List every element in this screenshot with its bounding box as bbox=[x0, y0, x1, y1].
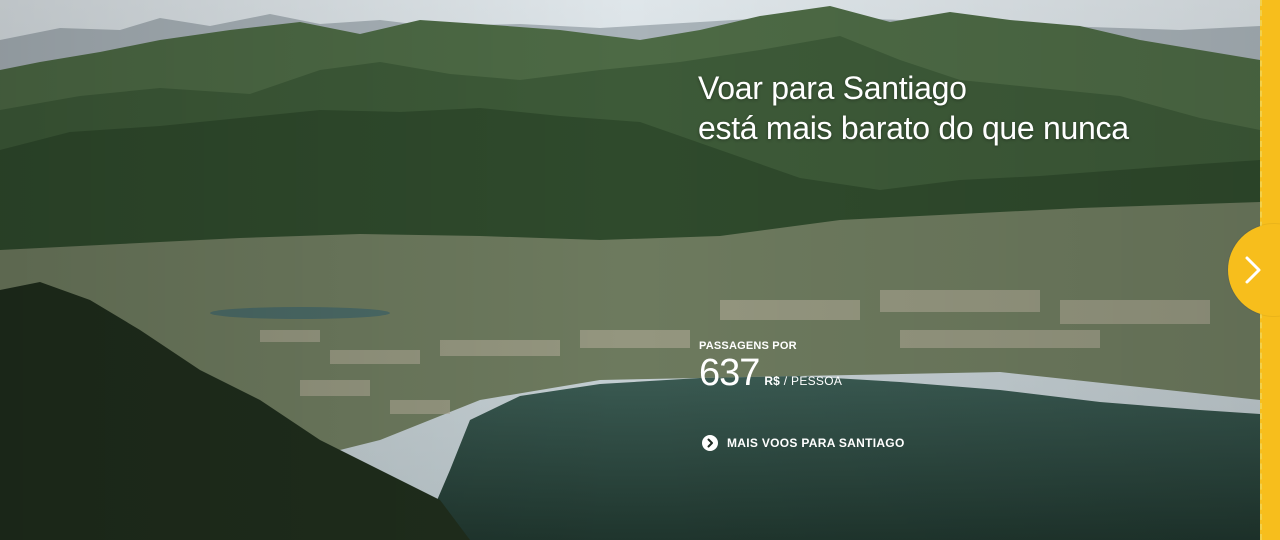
headline-line-1: Voar para Santiago bbox=[698, 70, 967, 106]
price-row: 637 R$ / PESSOA bbox=[699, 354, 842, 392]
chevron-right-icon bbox=[1245, 256, 1261, 284]
price-label: PASSAGENS POR bbox=[699, 340, 797, 352]
price-block: PASSAGENS POR 637 R$ / PESSOA bbox=[699, 340, 842, 392]
more-flights-label: MAIS VOOS PARA SANTIAGO bbox=[727, 436, 905, 450]
hero-headline: Voar para Santiago está mais barato do q… bbox=[698, 68, 1129, 148]
hero-banner: Voar para Santiago está mais barato do q… bbox=[0, 0, 1280, 540]
more-flights-link[interactable]: MAIS VOOS PARA SANTIAGO bbox=[702, 435, 905, 451]
price-unit: / PESSOA bbox=[783, 374, 843, 388]
price-value: 637 bbox=[699, 352, 760, 394]
circle-chevron-right-icon bbox=[702, 435, 718, 451]
headline-line-2: está mais barato do que nunca bbox=[698, 110, 1129, 146]
hero-copy: Voar para Santiago está mais barato do q… bbox=[698, 68, 1129, 148]
price-currency: R$ bbox=[764, 374, 780, 388]
